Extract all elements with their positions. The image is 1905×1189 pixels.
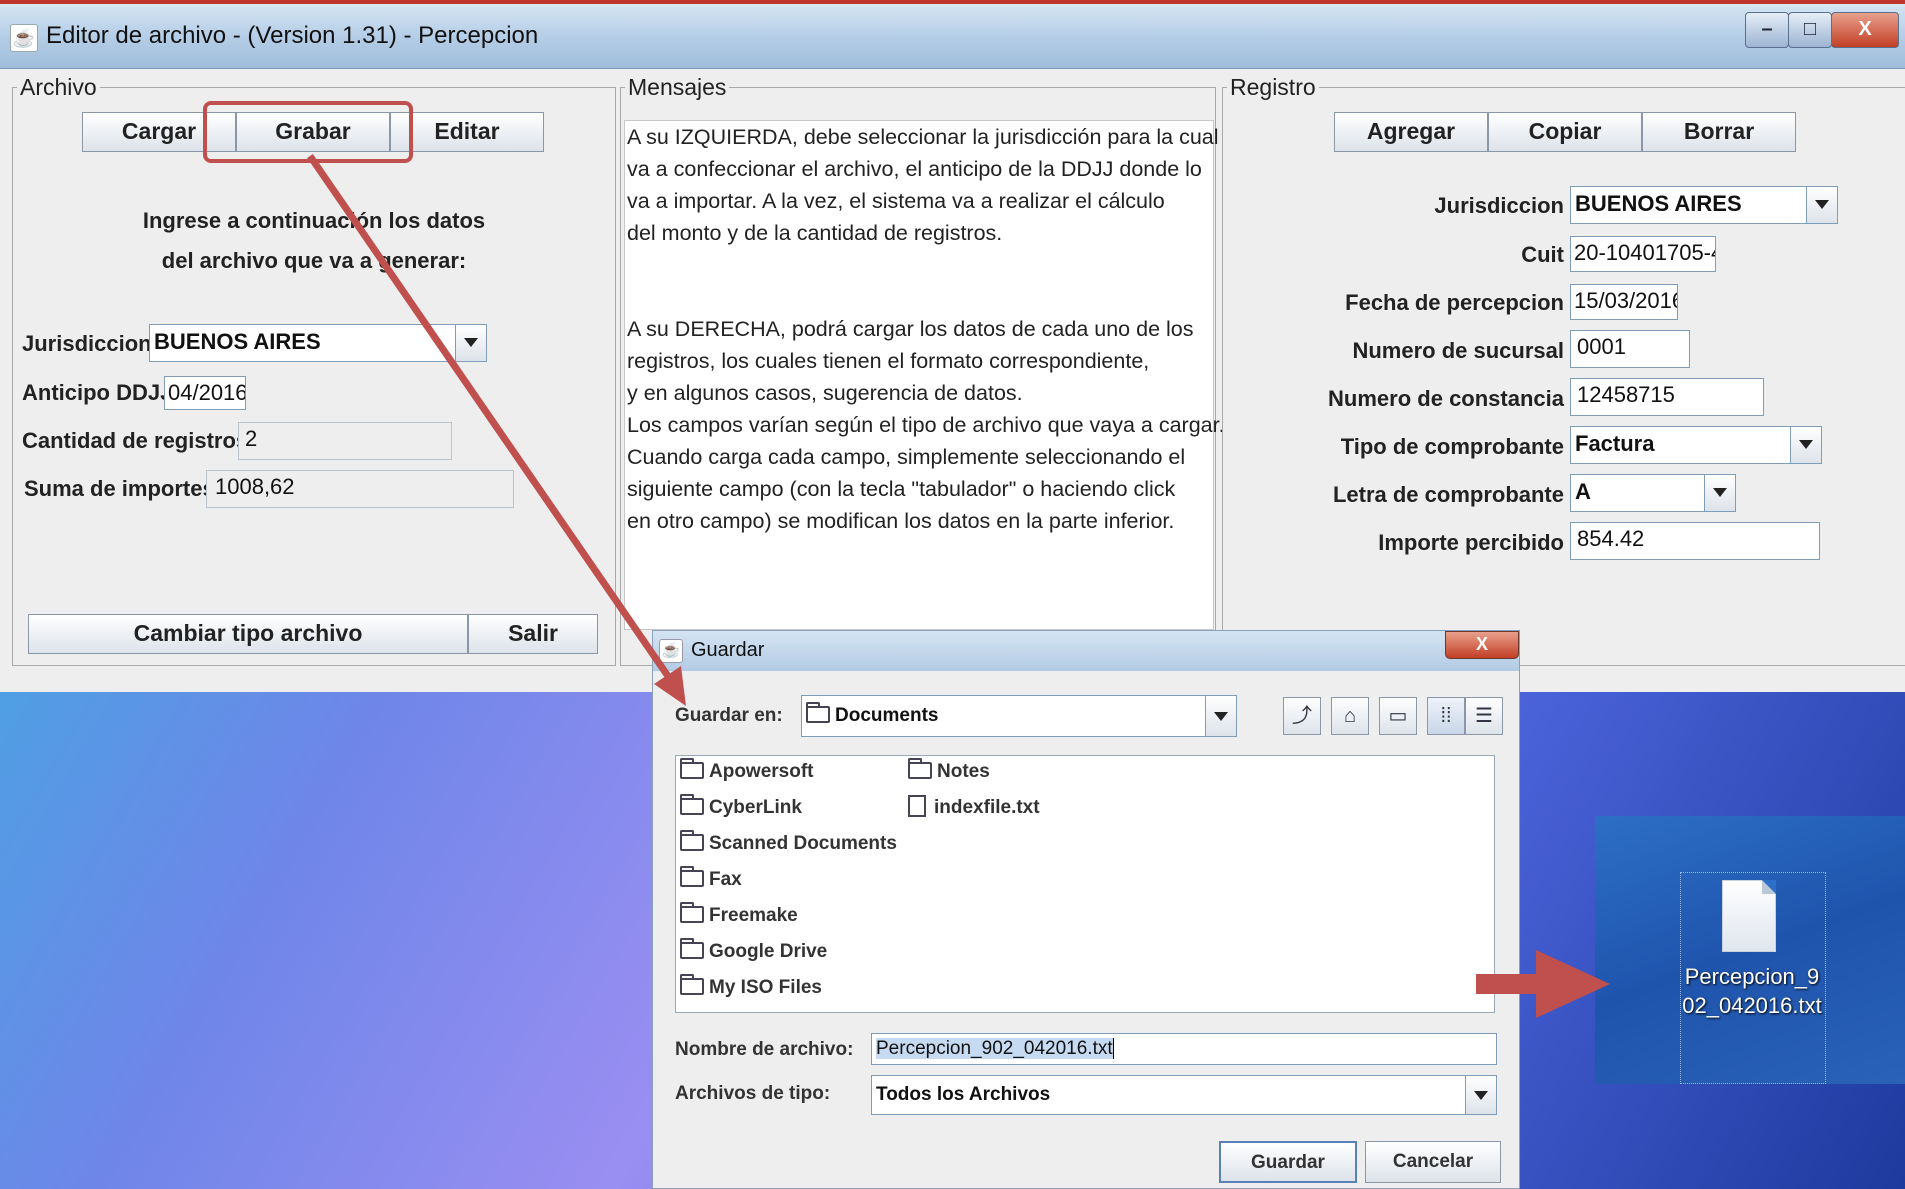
annotation-arrows (307, 154, 1610, 1018)
diagonal-arrow-line (307, 154, 675, 684)
right-arrow-shaft (1476, 974, 1540, 994)
right-arrowhead (1536, 950, 1610, 1018)
diagonal-arrowhead (654, 666, 686, 706)
